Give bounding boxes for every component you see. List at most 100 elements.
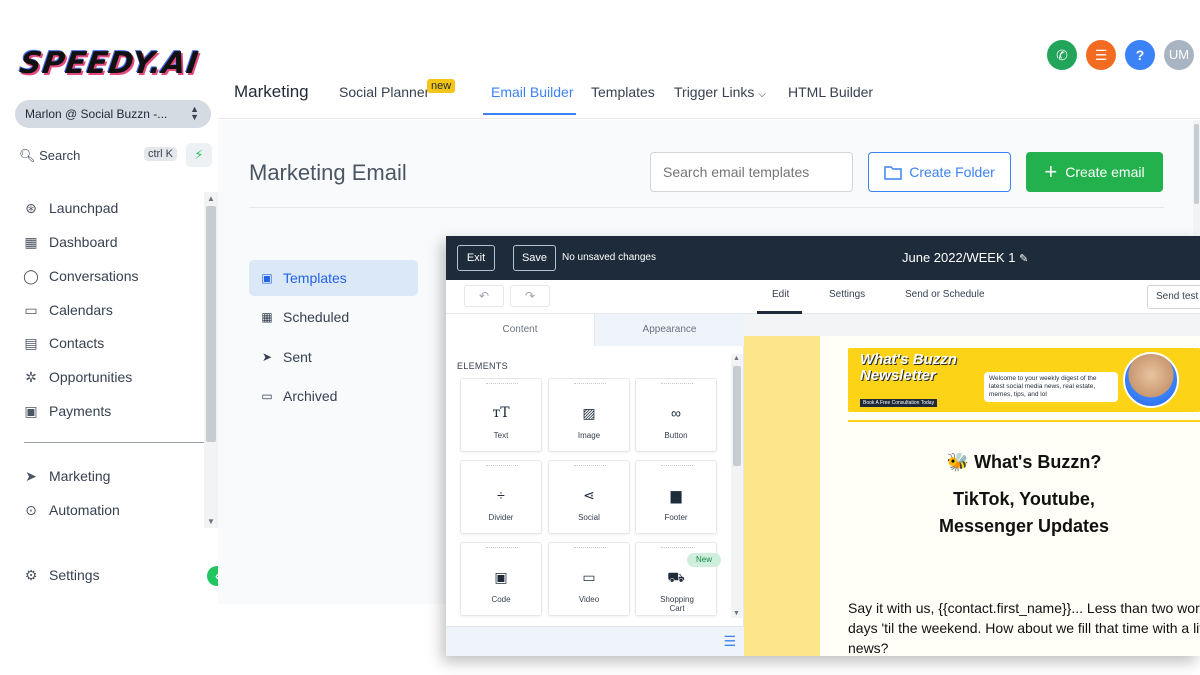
builder-tab-edit[interactable]: Edit <box>772 289 789 300</box>
sidebar-item-label: Launchpad <box>49 200 119 216</box>
sidebar-item-marketing[interactable]: ➤ Marketing <box>22 464 202 488</box>
scrollbar-thumb[interactable] <box>733 366 741 466</box>
link-icon: ∞ <box>671 405 681 421</box>
side-item-scheduled[interactable]: ▦ Scheduled <box>249 299 418 335</box>
undo-button[interactable]: ↶ <box>464 285 504 307</box>
network-icon: ✲ <box>25 368 37 385</box>
panel-tab-content[interactable]: Content <box>446 314 594 346</box>
user-avatar[interactable]: UM <box>1164 40 1194 70</box>
tab-html-builder[interactable]: HTML Builder <box>788 84 873 100</box>
help-button[interactable]: ? <box>1125 40 1155 70</box>
side-item-archived[interactable]: ▭ Archived <box>249 378 418 414</box>
sidebar-item-label: Automation <box>49 502 120 518</box>
calendar-icon: ▭ <box>24 301 38 318</box>
sidebar-search[interactable]: 🔍︎ Search ctrl K <box>15 142 181 168</box>
element-code[interactable]: ▣ Code <box>460 542 542 616</box>
search-templates-input[interactable] <box>650 152 853 192</box>
drag-grip <box>486 465 518 466</box>
notifications-button[interactable]: ☰ <box>1086 40 1116 70</box>
side-item-label: Scheduled <box>283 309 350 325</box>
builder-tab-settings[interactable]: Settings <box>829 289 865 300</box>
sidebar-item-conversations[interactable]: ◯ Conversations <box>22 264 202 288</box>
banner-blurb: Welcome to your weekly digest of the lat… <box>984 372 1118 402</box>
redo-icon: ↷ <box>524 289 536 303</box>
element-video[interactable]: ▭ Video <box>548 542 630 616</box>
tab-social-planner[interactable]: Social Planner <box>339 84 429 100</box>
drag-grip <box>661 547 693 548</box>
email-heading: 🐝 What's Buzzn? <box>946 452 1102 472</box>
top-bar: ✆ ☰ ? UM Marketing Social Planner new Em… <box>218 0 1200 120</box>
scrollbar-thumb[interactable] <box>1194 124 1199 204</box>
newsletter-banner[interactable]: What's Buzzn Newsletter Welcome to your … <box>848 348 1200 412</box>
chat-icon: ◯ <box>23 267 39 284</box>
video-icon: ▭ <box>582 569 596 585</box>
create-email-button[interactable]: + Create email <box>1026 152 1163 192</box>
scroll-up-icon[interactable]: ▲ <box>733 355 740 362</box>
sidebar-item-launchpad[interactable]: ⊛ Launchpad <box>22 196 202 220</box>
create-email-label: Create email <box>1065 164 1145 180</box>
create-folder-button[interactable]: Create Folder <box>868 152 1011 192</box>
element-social[interactable]: ⋖ Social <box>548 460 630 534</box>
chevron-updown-icon: ▲ ▼ <box>190 104 199 122</box>
menu-icon[interactable]: ☰ <box>723 633 736 650</box>
element-text[interactable]: ᴛT Text <box>460 378 542 452</box>
sidebar-item-dashboard[interactable]: ▦ Dashboard <box>22 230 202 254</box>
redo-button[interactable]: ↷ <box>510 285 550 307</box>
panel-footer: ☰ <box>446 626 744 656</box>
side-item-sent[interactable]: ➤ Sent <box>249 339 418 375</box>
active-tab-indicator <box>483 113 576 115</box>
sidebar-item-payments[interactable]: ▣ Payments <box>22 399 202 423</box>
quick-actions-button[interactable]: ⚡︎ <box>186 143 212 167</box>
campaign-title[interactable]: June 2022/WEEK 1 ✎ <box>902 250 1028 265</box>
scroll-down-icon[interactable]: ▼ <box>207 517 215 526</box>
scroll-up-icon[interactable]: ▲ <box>207 194 215 203</box>
search-shortcut: ctrl K <box>143 147 177 161</box>
element-divider[interactable]: ÷ Divider <box>460 460 542 534</box>
element-image[interactable]: ▨ Image <box>548 378 630 452</box>
banner-title-line-2: Newsletter <box>860 367 936 384</box>
panel-scrollbar[interactable]: ▲ ▼ <box>731 354 743 618</box>
element-label: Code <box>491 595 511 604</box>
element-footer[interactable]: ▆ Footer <box>635 460 717 534</box>
play-circle-icon: ⊙ <box>25 501 37 518</box>
banner-title: What's Buzzn Newsletter <box>860 352 957 384</box>
builder-header: Exit Save No unsaved changes June 2022/W… <box>446 236 1200 280</box>
scroll-down-icon[interactable]: ▼ <box>733 610 740 617</box>
divider-icon: ÷ <box>497 487 505 503</box>
tab-templates[interactable]: Templates <box>591 84 655 100</box>
sidebar-scrollbar[interactable]: ▲ ▼ <box>204 192 218 528</box>
sidebar-item-opportunities[interactable]: ✲ Opportunities <box>22 365 202 389</box>
sidebar-item-settings[interactable]: ⚙ Settings <box>22 563 202 587</box>
account-switcher[interactable]: Marlon @ Social Buzzn -... ▲ ▼ <box>15 100 211 128</box>
exit-button[interactable]: Exit <box>457 245 495 271</box>
tab-email-builder[interactable]: Email Builder <box>491 84 573 100</box>
undo-icon: ↶ <box>478 289 490 303</box>
email-preview[interactable]: What's Buzzn Newsletter Welcome to your … <box>820 336 1200 656</box>
drag-grip <box>574 547 606 548</box>
element-label: Footer <box>664 513 688 522</box>
sidebar-item-automation[interactable]: ⊙ Automation <box>22 498 202 522</box>
panel-tab-appearance[interactable]: Appearance <box>594 314 744 346</box>
tab-trigger-links[interactable]: Trigger Links ⌵ <box>674 84 766 100</box>
sidebar-item-contacts[interactable]: ▤ Contacts <box>22 331 202 355</box>
save-button[interactable]: Save <box>513 245 556 271</box>
element-button[interactable]: ∞ Button <box>635 378 717 452</box>
phone-button[interactable]: ✆ <box>1047 40 1077 70</box>
terminal-icon: ▣ <box>494 569 508 585</box>
email-subheading-line-2: Messenger Updates <box>938 516 1110 536</box>
archive-icon: ▭ <box>261 389 273 403</box>
sidebar-item-label: Payments <box>49 403 112 419</box>
cart-icon: ⛟ <box>667 569 685 585</box>
pencil-icon[interactable]: ✎ <box>1019 253 1028 265</box>
builder-tab-send-schedule[interactable]: Send or Schedule <box>905 289 985 300</box>
send-test-button[interactable]: Send test <box>1147 285 1200 309</box>
banner-cta: Book A Free Consultation Today <box>860 399 938 407</box>
share-icon: ⋖ <box>583 487 595 503</box>
side-item-templates[interactable]: ▣ Templates <box>249 260 418 296</box>
sidebar-item-calendars[interactable]: ▭ Calendars <box>22 298 202 322</box>
create-folder-label: Create Folder <box>909 164 995 180</box>
elements-panel: Content Appearance ELEMENTS ᴛT Text ▨ Im… <box>446 314 744 656</box>
element-label: Image <box>577 431 601 440</box>
banner-title-line-1: What's Buzzn <box>860 351 957 368</box>
scrollbar-thumb[interactable] <box>206 206 216 442</box>
